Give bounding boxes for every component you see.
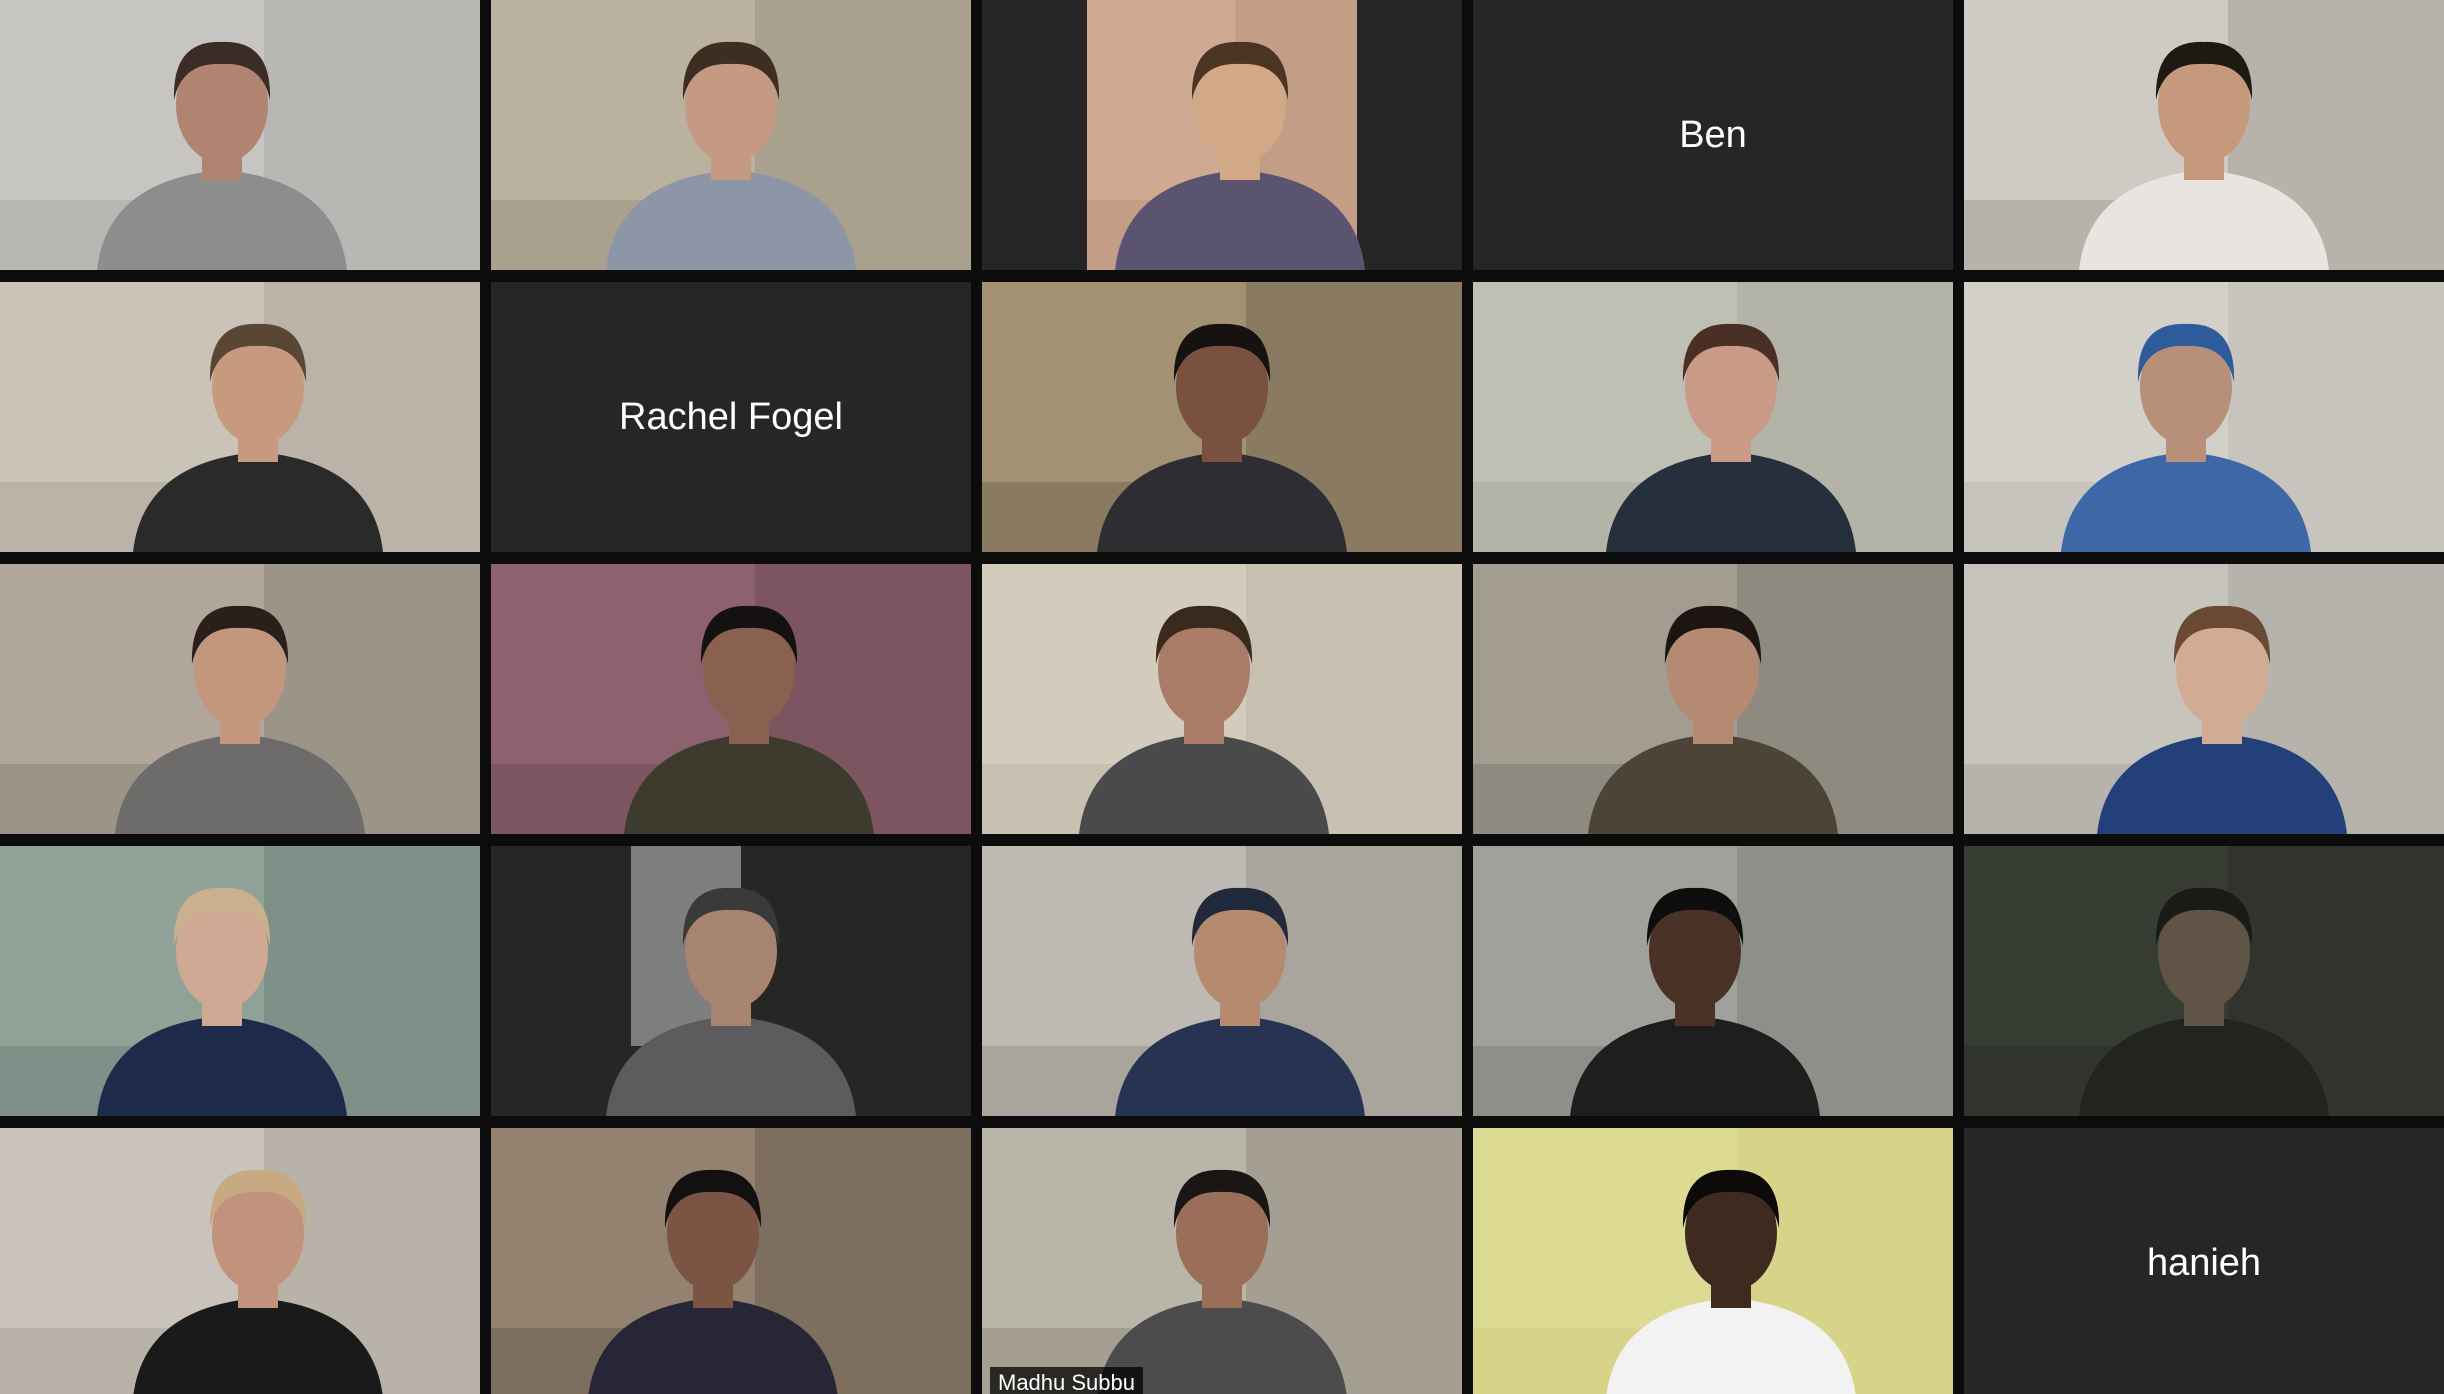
participant-video (1087, 0, 1365, 270)
participant-tile[interactable] (491, 1128, 971, 1394)
participant-tile[interactable] (491, 846, 971, 1116)
participant-video (1473, 1128, 1953, 1394)
participant-video (982, 846, 1462, 1116)
participant-video (1964, 282, 2444, 552)
participant-video (1473, 564, 1953, 834)
participant-video (1964, 564, 2444, 834)
participant-tile[interactable]: hanieh (1964, 1128, 2444, 1394)
participant-video (0, 1128, 480, 1394)
participant-video (606, 846, 856, 1116)
participant-video (491, 0, 971, 270)
participant-video (491, 564, 971, 834)
participant-tile[interactable] (491, 0, 971, 270)
participant-name-placeholder: Rachel Fogel (619, 395, 843, 438)
participant-video (1473, 846, 1953, 1116)
participant-tile[interactable] (1964, 0, 2444, 270)
participant-video (1964, 846, 2444, 1116)
participant-tile[interactable] (1473, 846, 1953, 1116)
participant-tile[interactable] (1964, 846, 2444, 1116)
participant-tile-active-speaker[interactable]: Madhu Subbu (982, 1128, 1462, 1394)
participant-tile[interactable] (982, 282, 1462, 552)
participant-tile[interactable] (491, 564, 971, 834)
participant-tile[interactable] (1964, 282, 2444, 552)
participant-video (982, 564, 1462, 834)
participant-tile[interactable] (1473, 282, 1953, 552)
participant-tile[interactable] (1473, 1128, 1953, 1394)
participant-tile[interactable] (0, 0, 480, 270)
participant-tile[interactable] (982, 0, 1462, 270)
participant-video (491, 1128, 971, 1394)
participant-video (0, 846, 480, 1116)
participant-tile[interactable] (982, 846, 1462, 1116)
participant-video (0, 564, 480, 834)
participant-tile[interactable] (1473, 564, 1953, 834)
participant-name-label: Madhu Subbu (990, 1367, 1143, 1394)
participant-tile[interactable] (0, 846, 480, 1116)
participant-tile[interactable] (982, 564, 1462, 834)
participant-name-placeholder: hanieh (2146, 1241, 2262, 1284)
participant-tile[interactable]: Ben (1473, 0, 1953, 270)
participant-video (0, 282, 480, 552)
gallery-grid: Ben Rachel Fogel Madhu Subbu hanieh (0, 0, 2444, 1394)
participant-video (982, 1128, 1462, 1394)
participant-name-placeholder: Ben (1679, 113, 1747, 156)
participant-tile[interactable] (0, 282, 480, 552)
participant-video (1473, 282, 1953, 552)
participant-video (1964, 0, 2444, 270)
participant-tile[interactable] (0, 564, 480, 834)
participant-tile[interactable]: Rachel Fogel (491, 282, 971, 552)
participant-video (0, 0, 480, 270)
participant-video (982, 282, 1462, 552)
participant-tile[interactable] (0, 1128, 480, 1394)
participant-tile[interactable] (1964, 564, 2444, 834)
